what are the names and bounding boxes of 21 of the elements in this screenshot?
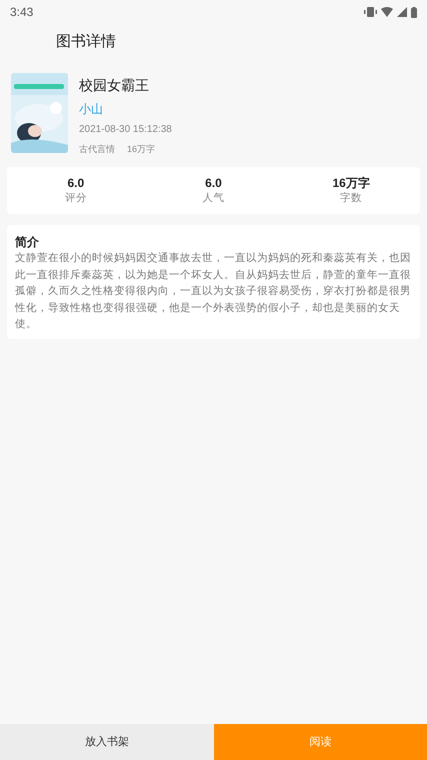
update-time: 2021-08-30 15:12:38 <box>79 123 172 137</box>
genre-label: 古代言情 <box>79 143 115 155</box>
stat-value: 6.0 <box>205 176 222 190</box>
signal-icon <box>397 7 407 17</box>
intro-heading: 简介 <box>15 234 40 250</box>
wifi-icon <box>381 7 393 17</box>
intro-text: 文静萱在很小的时候妈妈因交通事故去世，一直以为妈妈的死和秦蕊英有关，也因此一直很排斥秦蕊英，以为她是一个坏女人。自从妈妈去世后，静萱的童年一直很孤僻，久而久之性格变得很内向，一直以为女孩子很容易受伤，穿衣打扮都是很男性化，导致性格也变得很强硬，他是一个外表强势的假小子，却也是美丽的女天使。 <box>15 251 412 332</box>
battery-icon <box>411 6 417 18</box>
word-count: 16万字 <box>127 143 156 155</box>
stat-value: 16万字 <box>332 176 370 190</box>
status-time: 3:43 <box>10 4 34 21</box>
stat-label: 评分 <box>64 190 87 206</box>
add-to-shelf-button[interactable]: 放入书架 <box>0 724 214 760</box>
author-link[interactable]: 小山 <box>79 100 103 118</box>
book-title: 校园女霸王 <box>79 76 150 95</box>
page-title: 图书详情 <box>56 32 116 52</box>
stat-label: 人气 <box>202 190 224 206</box>
vibrate-icon <box>364 7 377 17</box>
stat-label: 字数 <box>340 190 362 206</box>
read-button[interactable]: 阅读 <box>214 724 427 760</box>
stat-value: 6.0 <box>67 176 84 190</box>
